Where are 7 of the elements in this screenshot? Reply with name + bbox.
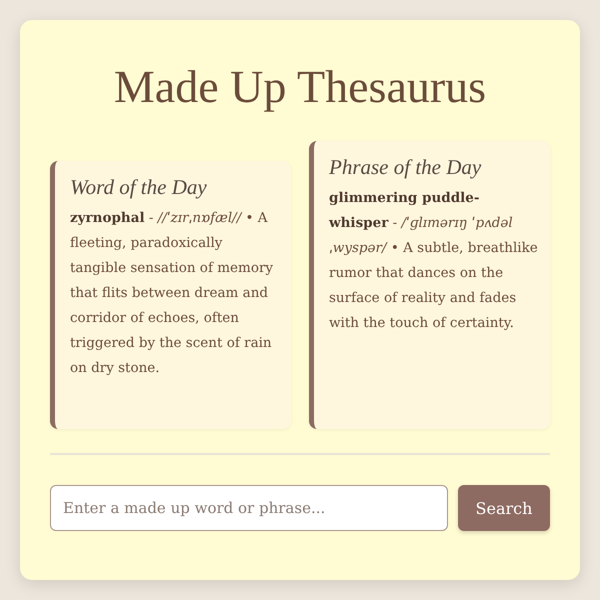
search-button[interactable]: Search (458, 485, 550, 531)
entry-definition: glimmering puddle-whisper - /ˈɡlɪmərɪŋ ˈpʌdəlˌwyspər/ • A subtle, breathlike rumor that dances on the surface of reality and fades with the touch of certainty. (329, 189, 538, 333)
search-field[interactable]: Enter a made up word or phrase... (50, 485, 448, 531)
entry-definition: zyrnophal - //ˈzɪrˌnɒfæl// • A fleeting, paradoxically tangible sensation of memory that flits between dream and corridor of echoes, often triggered by the scent of rain on dry stone. (70, 209, 274, 378)
page-title: Made Up Thesaurus (112, 60, 488, 113)
card-heading: Word of the Day (70, 175, 208, 200)
card-heading: Phrase of the Day (329, 155, 482, 180)
